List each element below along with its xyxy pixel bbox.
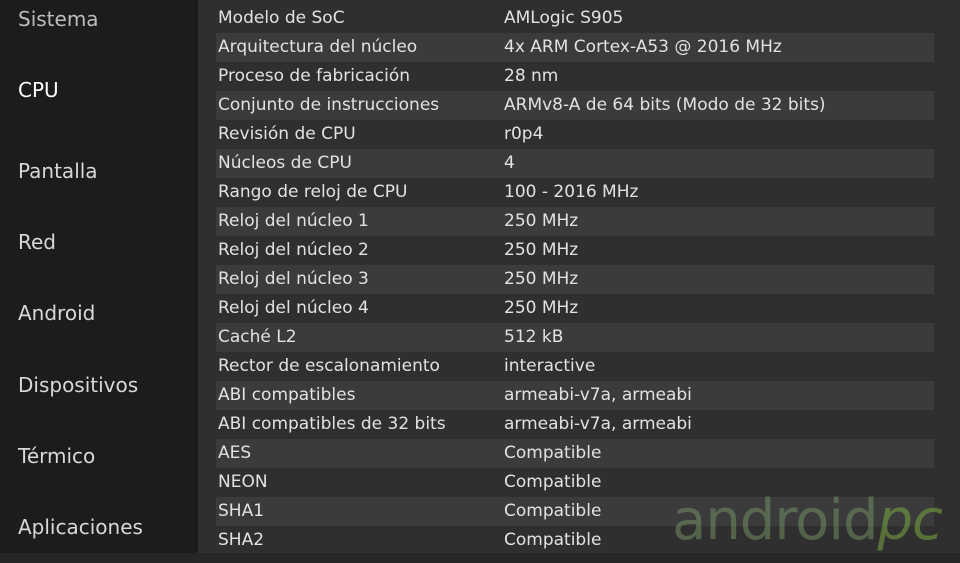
table-row: Reloj del núcleo 1 250 MHz	[216, 207, 934, 236]
row-value: ARMv8-A de 64 bits (Modo de 32 bits)	[504, 95, 826, 115]
row-value: AMLogic S905	[504, 8, 624, 28]
sidebar-item-pantalla[interactable]: Pantalla	[18, 159, 98, 183]
row-value: Compatible	[504, 530, 602, 550]
row-key: Arquitectura del núcleo	[218, 37, 418, 57]
table-row: Proceso de fabricación 28 nm	[216, 62, 934, 91]
table-row: Conjunto de instrucciones ARMv8-A de 64 b…	[216, 91, 934, 120]
cpu-info-screen: Sistema CPU Pantalla Red Android Disposi…	[0, 0, 960, 563]
row-value: armeabi-v7a, armeabi	[504, 414, 692, 434]
row-value: 512 kB	[504, 327, 564, 347]
row-key: Conjunto de instrucciones	[218, 95, 440, 115]
row-value: 4x ARM Cortex-A53 @ 2016 MHz	[504, 37, 782, 57]
row-value: Compatible	[504, 501, 602, 521]
row-key: Proceso de fabricación	[218, 66, 411, 86]
sidebar-item-aplicaciones[interactable]: Aplicaciones	[18, 515, 143, 539]
row-value: 250 MHz	[504, 298, 579, 318]
sidebar-item-dispositivos[interactable]: Dispositivos	[18, 373, 138, 397]
table-row: Reloj del núcleo 3 250 MHz	[216, 265, 934, 294]
row-key: Reloj del núcleo 3	[218, 269, 369, 289]
table-row: Rector de escalonamiento interactive	[216, 352, 934, 381]
table-row: NEON Compatible	[216, 468, 934, 497]
sidebar-item-termico[interactable]: Térmico	[18, 444, 95, 468]
row-key: Rango de reloj de CPU	[218, 182, 408, 202]
table-row: Reloj del núcleo 4 250 MHz	[216, 294, 934, 323]
sidebar-item-cpu[interactable]: CPU	[18, 78, 59, 102]
row-value: 100 - 2016 MHz	[504, 182, 639, 202]
row-key: Núcleos de CPU	[218, 153, 352, 173]
table-row: Rango de reloj de CPU 100 - 2016 MHz	[216, 178, 934, 207]
row-value: r0p4	[504, 124, 544, 144]
table-row: Núcleos de CPU 4	[216, 149, 934, 178]
row-value: 4	[504, 153, 515, 173]
row-key: Reloj del núcleo 2	[218, 240, 369, 260]
row-key: Reloj del núcleo 4	[218, 298, 369, 318]
row-key: SHA2	[218, 530, 265, 550]
row-key: NEON	[218, 472, 268, 492]
table-row: Revisión de CPU r0p4	[216, 120, 934, 149]
sidebar-item-android[interactable]: Android	[18, 301, 95, 325]
table-row: ABI compatibles de 32 bits armeabi-v7a, a…	[216, 410, 934, 439]
sidebar-item-sistema[interactable]: Sistema	[18, 7, 99, 31]
table-row: Caché L2 512 kB	[216, 323, 934, 352]
row-key: ABI compatibles de 32 bits	[218, 414, 446, 434]
table-row: ABI compatibles armeabi-v7a, armeabi	[216, 381, 934, 410]
table-row: AES Compatible	[216, 439, 934, 468]
row-key: Modelo de SoC	[218, 8, 345, 28]
row-key: Revisión de CPU	[218, 124, 356, 144]
row-value: 250 MHz	[504, 240, 579, 260]
row-key: Caché L2	[218, 327, 297, 347]
sidebar: Sistema CPU Pantalla Red Android Disposi…	[0, 0, 198, 553]
table-row: SHA1 Compatible	[216, 497, 934, 526]
row-key: Rector de escalonamiento	[218, 356, 440, 376]
row-key: Reloj del núcleo 1	[218, 211, 369, 231]
row-key: AES	[218, 443, 252, 463]
table-row: Arquitectura del núcleo 4x ARM Cortex-A53…	[216, 33, 934, 62]
table-row: Modelo de SoC AMLogic S905	[216, 4, 934, 33]
row-key: ABI compatibles	[218, 385, 356, 405]
row-value: Compatible	[504, 472, 602, 492]
table-row: Reloj del núcleo 2 250 MHz	[216, 236, 934, 265]
row-value: Compatible	[504, 443, 602, 463]
row-value: 28 nm	[504, 66, 559, 86]
row-value: 250 MHz	[504, 269, 579, 289]
bottom-edge	[0, 553, 960, 563]
cpu-info-table: Modelo de SoC AMLogic S905 Arquitectura de…	[216, 4, 934, 555]
row-value: 250 MHz	[504, 211, 579, 231]
table-row: SHA2 Compatible	[216, 526, 934, 555]
row-key: SHA1	[218, 501, 265, 521]
sidebar-item-red[interactable]: Red	[18, 230, 56, 254]
row-value: interactive	[504, 356, 596, 376]
row-value: armeabi-v7a, armeabi	[504, 385, 692, 405]
